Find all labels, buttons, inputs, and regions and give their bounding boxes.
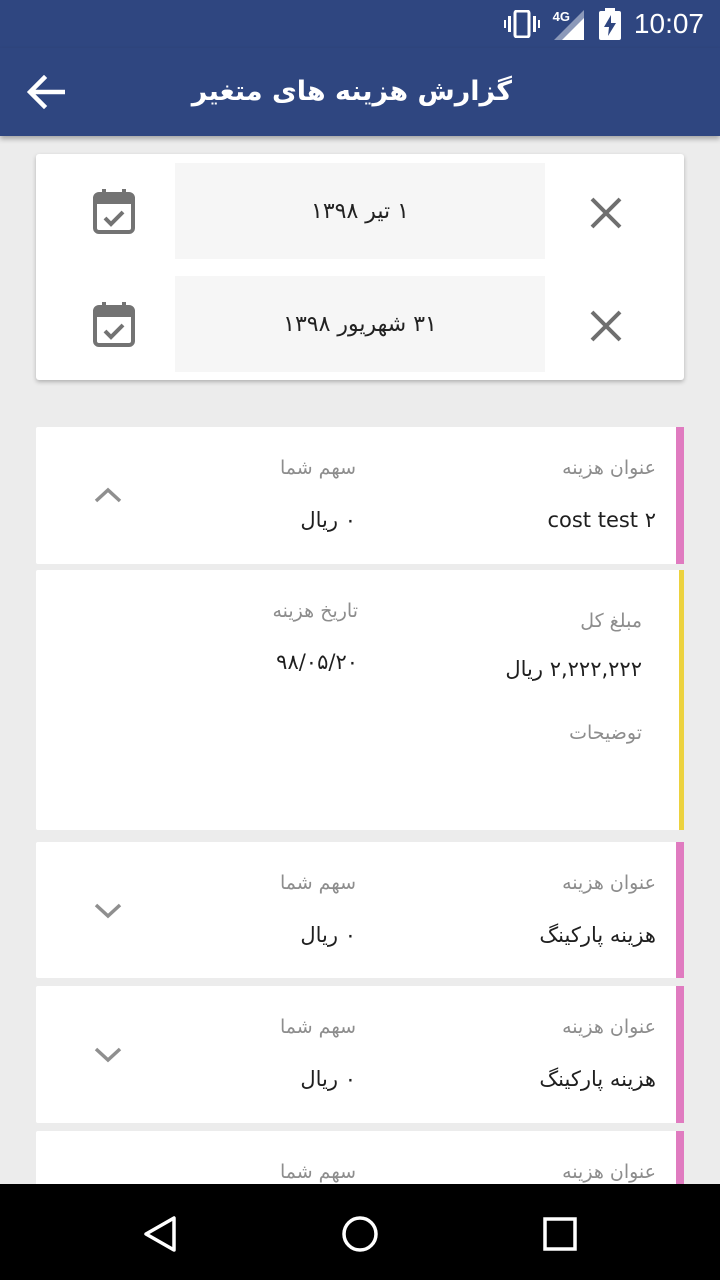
expense-title: cost test ۲ <box>547 508 656 532</box>
category-stripe <box>676 427 684 564</box>
vibrate-icon <box>504 10 540 38</box>
expense-title-label: عنوان هزینه <box>562 1016 656 1038</box>
expense-date-value: ۹۸/۰۵/۲۰ <box>276 650 358 674</box>
expense-title: هزینه پارکینگ <box>539 1067 656 1091</box>
date-filter-card: ۱ تیر ۱۳۹۸ ۳۱ شهریور ۱۳۹۸ <box>36 154 684 380</box>
nav-back-icon[interactable] <box>140 1214 180 1254</box>
expense-title-label: عنوان هزینه <box>562 457 656 479</box>
share-label: سهم شما <box>279 1161 356 1183</box>
expense-details-panel: مبلغ کل ۲,۲۲۲,۲۲۲ ریال تاریخ هزینه ۹۸/۰۵… <box>36 570 684 830</box>
back-button[interactable] <box>20 66 72 118</box>
close-icon[interactable] <box>586 193 626 233</box>
chevron-down-icon[interactable] <box>92 1045 124 1065</box>
nav-home-icon[interactable] <box>340 1214 380 1254</box>
expense-title-label: عنوان هزینه <box>562 1161 656 1183</box>
total-amount-label: مبلغ کل <box>580 610 642 632</box>
nav-recents-icon[interactable] <box>542 1216 578 1252</box>
screen: 4G 10:07 گزارش هزینه های متغیر ۱ تیر ۱۳۹… <box>0 0 720 1184</box>
expense-card[interactable]: عنوان هزینه هزینه پارکینگ سهم شما ۰ ریال <box>36 986 684 1123</box>
share-value: ۰ ریال <box>300 508 356 532</box>
share-label: سهم شما <box>279 457 356 479</box>
calendar-check-icon[interactable] <box>92 189 136 235</box>
signal-icon <box>554 10 584 40</box>
share-value: ۰ ریال <box>300 923 356 947</box>
chevron-down-icon[interactable] <box>92 901 124 921</box>
from-date-field[interactable]: ۱ تیر ۱۳۹۸ <box>175 163 545 259</box>
navigation-bar <box>0 1184 720 1280</box>
status-time: 10:07 <box>633 8 704 39</box>
total-amount-value: ۲,۲۲۲,۲۲۲ ریال <box>505 657 642 681</box>
share-label: سهم شما <box>279 1016 356 1038</box>
expense-card[interactable]: عنوان هزینه سهم شما <box>36 1131 684 1184</box>
page-title: گزارش هزینه های متغیر <box>191 76 512 107</box>
arrow-back-icon <box>27 75 65 109</box>
calendar-check-icon[interactable] <box>92 302 136 348</box>
battery-charging-icon <box>599 8 621 40</box>
app-bar: گزارش هزینه های متغیر <box>0 48 720 136</box>
from-date-row: ۱ تیر ۱۳۹۸ <box>36 163 684 259</box>
category-stripe <box>676 1131 684 1184</box>
expense-title-label: عنوان هزینه <box>562 872 656 894</box>
details-stripe <box>679 570 684 830</box>
expense-date-label: تاریخ هزینه <box>272 600 358 622</box>
expense-card[interactable]: عنوان هزینه هزینه پارکینگ سهم شما ۰ ریال <box>36 842 684 978</box>
category-stripe <box>676 986 684 1123</box>
to-date-field[interactable]: ۳۱ شهریور ۱۳۹۸ <box>175 276 545 372</box>
category-stripe <box>676 842 684 978</box>
chevron-up-icon[interactable] <box>92 485 124 505</box>
notes-label: توضیحات <box>569 722 642 744</box>
status-bar: 4G 10:07 <box>0 0 720 48</box>
share-value: ۰ ریال <box>300 1067 356 1091</box>
close-icon[interactable] <box>586 306 626 346</box>
expense-card[interactable]: عنوان هزینه cost test ۲ سهم شما ۰ ریال <box>36 427 684 564</box>
share-label: سهم شما <box>279 872 356 894</box>
expense-title: هزینه پارکینگ <box>539 923 656 947</box>
to-date-row: ۳۱ شهریور ۱۳۹۸ <box>36 276 684 372</box>
